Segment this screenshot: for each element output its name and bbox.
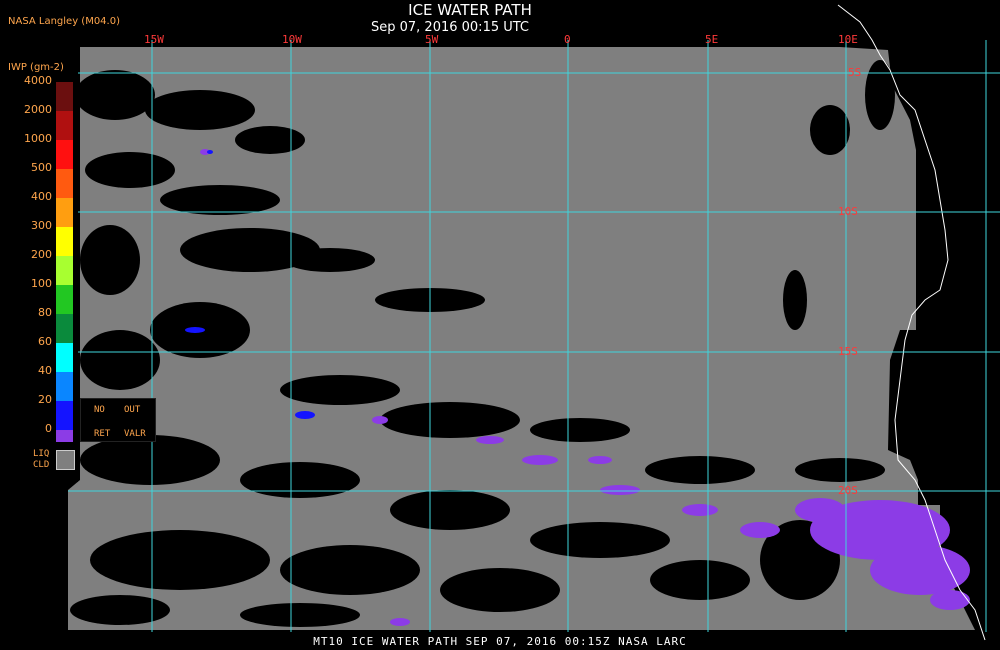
map-timestamp: Sep 07, 2016 00:15 UTC <box>370 20 530 35</box>
legend-swatch <box>56 140 73 169</box>
legend-tick-label: 2000 <box>24 103 52 116</box>
legend-swatch <box>56 285 73 314</box>
lon-label-5e: 5E <box>705 33 719 46</box>
legend-swatch <box>56 314 73 343</box>
liq-cld-line2: CLD <box>33 460 50 470</box>
legend-tick-label: 400 <box>31 190 52 203</box>
no-ret-line1: NO <box>94 405 105 415</box>
lat-label-20s: 20S <box>838 484 858 497</box>
map-title: ICE WATER PATH <box>408 1 532 19</box>
satellite-map <box>0 0 1000 650</box>
legend-swatch <box>56 401 73 430</box>
legend-swatch <box>56 372 73 401</box>
lon-label-0: 0 <box>564 33 571 46</box>
legend-tick-label: 200 <box>31 248 52 261</box>
out-valr-line2: VALR <box>124 429 146 439</box>
legend-swatch <box>56 111 73 140</box>
liq-cld-line1: LIQ <box>33 449 50 459</box>
legend-tick-label: 4000 <box>24 74 52 87</box>
lon-label-5w: 5W <box>425 33 439 46</box>
legend-swatch <box>56 169 73 198</box>
lon-label-15w: 15W <box>144 33 164 46</box>
legend-tick-label: 80 <box>38 306 52 319</box>
legend-swatch <box>56 343 73 372</box>
legend-tick-label: 0 <box>45 422 52 435</box>
legend-tick-label: 60 <box>38 335 52 348</box>
legend-unit-label: IWP (gm-2) <box>8 62 64 73</box>
legend-swatch <box>56 198 73 227</box>
out-valr-line1: OUT <box>124 405 141 415</box>
legend-tick-label: 40 <box>38 364 52 377</box>
legend-tick-label: 20 <box>38 393 52 406</box>
legend-swatch <box>56 82 73 111</box>
legend-tick-label: 500 <box>31 161 52 174</box>
footer-caption: MT10 ICE WATER PATH SEP 07, 2016 00:15Z … <box>313 635 687 648</box>
legend-swatch <box>56 256 73 285</box>
legend-tick-label: 1000 <box>24 132 52 145</box>
legend-tick-label: 100 <box>31 277 52 290</box>
lat-label-15s: 15S <box>838 345 858 358</box>
lat-label-10s: 10S <box>838 205 858 218</box>
legend-tick-label: 300 <box>31 219 52 232</box>
legend-swatch <box>56 227 73 256</box>
no-ret-line2: RET <box>94 429 111 439</box>
lon-label-10w: 10W <box>282 33 302 46</box>
liq-cld-swatch <box>56 450 75 470</box>
lat-label-5s: 5S <box>848 66 862 79</box>
lon-label-10e: 10E <box>838 33 858 46</box>
